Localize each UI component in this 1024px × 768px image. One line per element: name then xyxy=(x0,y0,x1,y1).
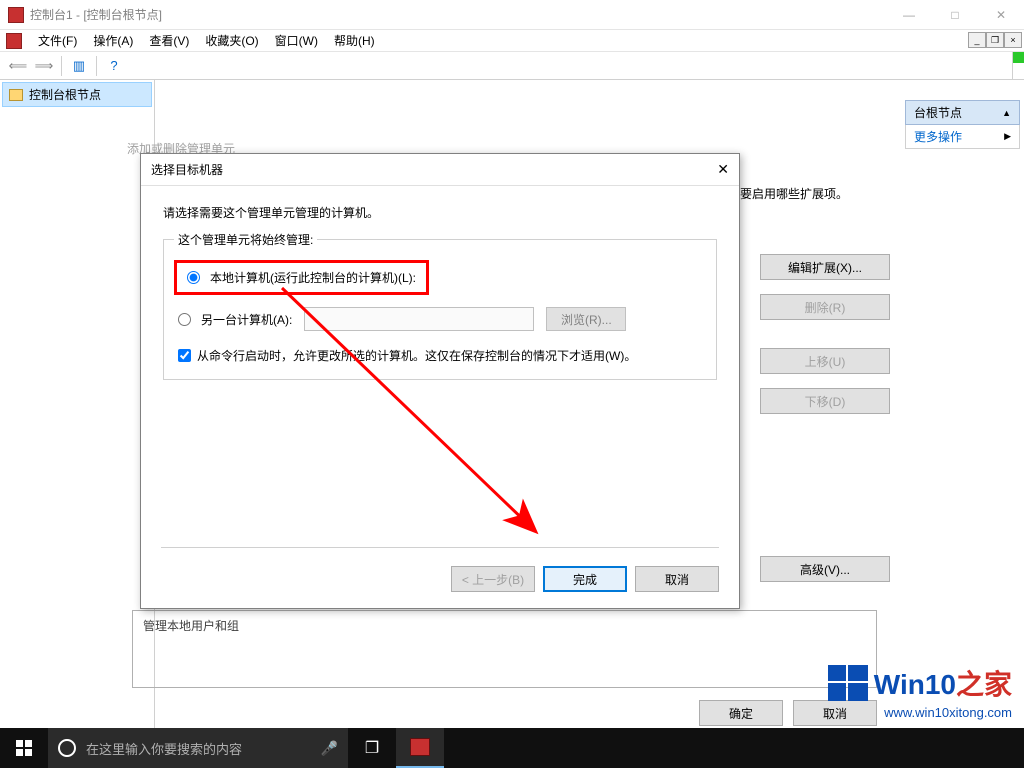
menu-bar: 文件(F) 操作(A) 查看(V) 收藏夹(O) 窗口(W) 帮助(H) _ ❐… xyxy=(0,30,1024,52)
delete-button[interactable]: 删除(R) xyxy=(760,294,890,320)
radio-local-input[interactable] xyxy=(187,271,200,284)
taskbar-search[interactable]: 在这里输入你要搜索的内容 🎤 xyxy=(48,728,348,768)
more-actions[interactable]: 更多操作 ▶ xyxy=(905,125,1020,149)
radio-another-row: 另一台计算机(A): 浏览(R)... xyxy=(178,307,702,331)
bg-ok-button[interactable]: 确定 xyxy=(699,700,783,726)
groupbox-legend: 这个管理单元将始终管理: xyxy=(174,231,317,248)
dialog-separator xyxy=(161,547,719,548)
help-icon[interactable]: ? xyxy=(102,54,126,78)
tree-root-item[interactable]: 控制台根节点 xyxy=(2,82,152,107)
toolbar-scroll[interactable] xyxy=(1012,52,1024,79)
cortana-icon xyxy=(58,739,76,757)
description-text: 管理本地用户和组 xyxy=(143,619,239,633)
allow-change-checkbox-row[interactable]: 从命令行启动时，允许更改所选的计算机。这仅在保存控制台的情况下才适用(W)。 xyxy=(178,347,702,365)
show-hide-tree-icon[interactable]: ▥ xyxy=(67,54,91,78)
forward-icon[interactable]: ⟹ xyxy=(32,54,56,78)
search-placeholder: 在这里输入你要搜索的内容 xyxy=(86,739,242,758)
back-button[interactable]: < 上一步(B) xyxy=(451,566,535,592)
maximize-button[interactable]: □ xyxy=(932,0,978,30)
mdi-close[interactable]: × xyxy=(1004,32,1022,48)
dialog-titlebar: 选择目标机器 ✕ xyxy=(141,154,739,186)
bg-text: 要启用哪些扩展项。 xyxy=(740,185,848,202)
radio-another-label: 另一台计算机(A): xyxy=(201,311,292,328)
minimize-button[interactable]: — xyxy=(886,0,932,30)
watermark-url: www.win10xitong.com xyxy=(828,705,1012,720)
collapse-icon[interactable]: ▲ xyxy=(1002,108,1011,118)
radio-another-computer[interactable]: 另一台计算机(A): xyxy=(178,311,292,328)
toolbar: ⟸ ⟹ ▥ ? xyxy=(0,52,1024,80)
radio-local-label: 本地计算机(运行此控制台的计算机)(L): xyxy=(210,269,416,286)
start-button[interactable] xyxy=(0,728,48,768)
chevron-right-icon: ▶ xyxy=(1004,131,1011,142)
microphone-icon[interactable]: 🎤 xyxy=(321,740,338,757)
cancel-button[interactable]: 取消 xyxy=(635,566,719,592)
more-actions-label: 更多操作 xyxy=(914,128,962,145)
tree-root-label: 控制台根节点 xyxy=(29,86,101,103)
separator xyxy=(96,56,97,76)
window-titlebar: 控制台1 - [控制台根节点] — □ ✕ xyxy=(0,0,1024,30)
back-icon[interactable]: ⟸ xyxy=(6,54,30,78)
move-down-button[interactable]: 下移(D) xyxy=(760,388,890,414)
watermark-brand1: Win10 xyxy=(874,669,956,700)
select-target-dialog: 选择目标机器 ✕ 请选择需要这个管理单元管理的计算机。 这个管理单元将始终管理:… xyxy=(140,153,740,609)
app-icon xyxy=(8,7,24,23)
actions-header: 台根节点 ▲ xyxy=(905,100,1020,125)
allow-change-checkbox[interactable] xyxy=(178,349,191,362)
radio-local-computer[interactable]: 本地计算机(运行此控制台的计算机)(L): xyxy=(187,269,416,286)
windows-icon xyxy=(16,740,32,756)
actions-header-label: 台根节点 xyxy=(914,104,962,121)
mdi-minimize[interactable]: _ xyxy=(968,32,986,48)
dialog-instruction: 请选择需要这个管理单元管理的计算机。 xyxy=(163,204,717,221)
actions-pane: 台根节点 ▲ 更多操作 ▶ xyxy=(905,100,1020,149)
move-up-button[interactable]: 上移(U) xyxy=(760,348,890,374)
taskbar: 在这里输入你要搜索的内容 🎤 ❐ xyxy=(0,728,1024,768)
separator xyxy=(61,56,62,76)
main-area: 控制台根节点 添加或删除管理单元 要启用哪些扩展项。 编辑扩展(X)... 删除… xyxy=(0,80,1024,768)
dialog-body: 请选择需要这个管理单元管理的计算机。 这个管理单元将始终管理: 本地计算机(运行… xyxy=(141,186,739,400)
taskbar-app-mmc[interactable] xyxy=(396,728,444,768)
windows-logo-icon xyxy=(828,665,868,701)
dialog-close-icon[interactable]: ✕ xyxy=(717,161,729,178)
close-button[interactable]: ✕ xyxy=(978,0,1024,30)
watermark: Win10之家 www.win10xitong.com xyxy=(828,663,1012,720)
menu-help[interactable]: 帮助(H) xyxy=(328,30,381,51)
watermark-brand2: 之家 xyxy=(956,669,1012,700)
dialog-footer: < 上一步(B) 完成 取消 xyxy=(451,566,719,592)
watermark-logo: Win10之家 xyxy=(828,663,1012,703)
doc-icon xyxy=(6,33,22,49)
window-title: 控制台1 - [控制台根节点] xyxy=(30,6,162,23)
menu-window[interactable]: 窗口(W) xyxy=(269,30,324,51)
menu-file[interactable]: 文件(F) xyxy=(32,30,83,51)
radio-another-input[interactable] xyxy=(178,313,191,326)
menu-view[interactable]: 查看(V) xyxy=(143,30,195,51)
menu-favorites[interactable]: 收藏夹(O) xyxy=(199,30,264,51)
finish-button[interactable]: 完成 xyxy=(543,566,627,592)
bg-dialog-bottom: 管理本地用户和组 确定 取消 xyxy=(132,610,877,726)
mmc-icon xyxy=(410,738,430,756)
annotation-highlight: 本地计算机(运行此控制台的计算机)(L): xyxy=(174,260,429,295)
task-view-button[interactable]: ❐ xyxy=(348,728,396,768)
dialog-title: 选择目标机器 xyxy=(151,161,223,178)
computer-name-input[interactable] xyxy=(304,307,534,331)
advanced-button[interactable]: 高级(V)... xyxy=(760,556,890,582)
edit-extensions-button[interactable]: 编辑扩展(X)... xyxy=(760,254,890,280)
browse-button[interactable]: 浏览(R)... xyxy=(546,307,626,331)
mdi-controls: _ ❐ × xyxy=(968,32,1022,48)
menu-action[interactable]: 操作(A) xyxy=(87,30,139,51)
allow-change-label: 从命令行启动时，允许更改所选的计算机。这仅在保存控制台的情况下才适用(W)。 xyxy=(197,347,636,365)
description-box: 管理本地用户和组 xyxy=(132,610,877,688)
management-groupbox: 这个管理单元将始终管理: 本地计算机(运行此控制台的计算机)(L): 另一台计算… xyxy=(163,239,717,380)
window-controls: — □ ✕ xyxy=(886,0,1024,30)
mdi-restore[interactable]: ❐ xyxy=(986,32,1004,48)
folder-icon xyxy=(9,89,23,101)
